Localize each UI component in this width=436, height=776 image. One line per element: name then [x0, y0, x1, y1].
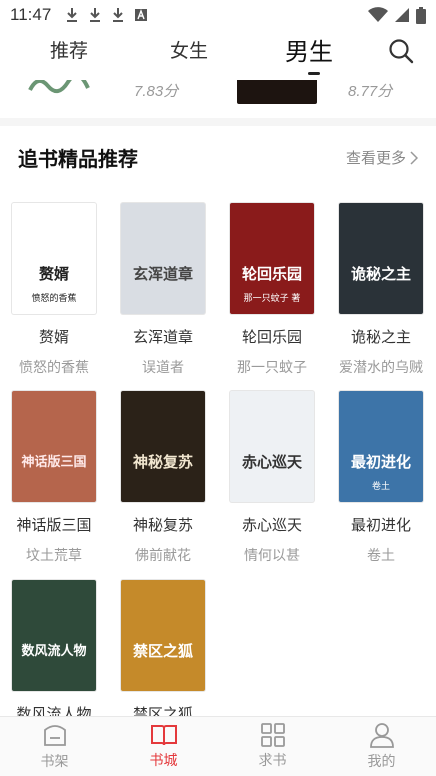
section-title: 追书精品推荐	[18, 147, 138, 171]
search-icon[interactable]	[388, 38, 414, 64]
active-tab-indicator	[308, 72, 320, 75]
book-title: 玄浑道章	[132, 328, 193, 346]
book-author: 卷土	[367, 548, 395, 564]
download-icon	[67, 8, 78, 22]
open-book-icon	[150, 725, 177, 746]
battery-icon	[416, 6, 426, 24]
book-cover[interactable]: 神秘复苏	[121, 391, 205, 502]
book-card[interactable]: 禁区之狐 禁区之狐	[115, 580, 211, 724]
book-title: 赤心巡天	[241, 516, 302, 534]
book-cover-thumbnail[interactable]	[28, 80, 100, 102]
book-card[interactable]: 神秘复苏 神秘复苏 佛前献花	[115, 391, 211, 565]
grid-icon	[260, 723, 285, 747]
signal-icon	[395, 8, 409, 22]
bookshelf-icon	[43, 725, 66, 746]
book-card[interactable]: 数风流人物 数风流人物	[6, 580, 102, 724]
status-bar: 11:47	[0, 0, 436, 30]
status-time: 11:47	[10, 5, 52, 24]
book-title: 神话版三国	[16, 516, 92, 534]
book-title: 赘婿	[38, 328, 69, 346]
cover-subtitle-art: 卷土	[371, 482, 390, 492]
see-more-link[interactable]: 查看更多	[346, 147, 419, 168]
book-author: 爱潜水的乌贼	[339, 360, 423, 376]
book-score: 8.77分	[348, 83, 393, 100]
book-score: 7.83分	[134, 83, 179, 100]
book-card[interactable]: 神话版三国 神话版三国 坟土荒草	[6, 391, 102, 565]
book-cover[interactable]: 赘婿 愤怒的香蕉	[12, 203, 96, 314]
nav-bookstore[interactable]: 书城	[109, 717, 218, 776]
cover-title-art: 赤心巡天	[241, 453, 302, 471]
download-icon	[113, 8, 124, 22]
book-cover[interactable]: 数风流人物	[12, 580, 96, 691]
system-icons	[368, 6, 426, 24]
download-icon	[90, 8, 101, 22]
app-notification-icon	[135, 9, 148, 21]
book-card[interactable]: 诡秘之主 诡秘之主 爱潜水的乌贼	[333, 203, 429, 377]
book-cover[interactable]: 诡秘之主	[339, 203, 423, 314]
book-cover-thumbnail[interactable]	[237, 80, 317, 104]
book-card[interactable]: 轮回乐园 那一只蚊子 著轮回乐园 那一只蚊子	[224, 203, 320, 377]
bottom-navigation: 书架 书城 求书 我的	[0, 716, 436, 776]
book-author: 那一只蚊子	[237, 360, 307, 376]
cover-title-art: 赘婿	[38, 265, 69, 283]
book-card[interactable]: 最初进化 卷土 最初进化 卷土	[333, 391, 429, 565]
cover-title-art: 神话版三国	[21, 455, 87, 470]
cover-title-art: 玄浑道章	[132, 265, 193, 283]
book-author: 佛前献花	[135, 548, 191, 564]
book-title: 诡秘之主	[350, 328, 411, 346]
nav-label: 求书	[258, 753, 287, 769]
book-author: 坟土荒草	[26, 548, 82, 564]
cover-title-art: 神秘复苏	[132, 453, 193, 471]
section-divider	[0, 118, 436, 126]
nav-profile[interactable]: 我的	[327, 717, 436, 776]
previous-list-row: 7.83分 8.77分	[0, 80, 436, 110]
book-cover[interactable]: 神话版三国	[12, 391, 96, 502]
book-title: 最初进化	[350, 516, 411, 534]
cover-title-art: 数风流人物	[21, 644, 87, 659]
book-card[interactable]: 赤心巡天 赤心巡天 情何以甚	[224, 391, 320, 565]
tab-male[interactable]: 男生	[285, 32, 333, 67]
book-cover[interactable]: 最初进化 卷土	[339, 391, 423, 502]
user-icon	[369, 723, 394, 748]
cover-title-art: 诡秘之主	[350, 265, 411, 283]
tab-recommend[interactable]: 推荐	[50, 36, 88, 63]
book-card[interactable]: 玄浑道章 玄浑道章 误道者	[115, 203, 211, 377]
nav-label: 书城	[149, 753, 178, 769]
cover-title-art: 最初进化	[350, 453, 411, 471]
nav-request-book[interactable]: 求书	[218, 717, 327, 776]
nav-label: 书架	[40, 754, 69, 770]
cover-title-art: 轮回乐园	[241, 265, 302, 283]
book-title: 轮回乐园	[241, 328, 302, 346]
book-card[interactable]: 赘婿 愤怒的香蕉 赘婿 愤怒的香蕉	[6, 203, 102, 377]
book-cover[interactable]: 赤心巡天	[230, 391, 314, 502]
notification-icons	[65, 7, 148, 23]
book-cover[interactable]: 玄浑道章	[121, 203, 205, 314]
wifi-icon	[368, 7, 388, 22]
see-more-label: 查看更多	[346, 149, 407, 167]
book-author: 误道者	[142, 360, 184, 376]
book-cover[interactable]: 禁区之狐	[121, 580, 205, 691]
nav-bookshelf[interactable]: 书架	[0, 717, 109, 776]
chevron-right-icon	[410, 150, 419, 165]
book-author: 愤怒的香蕉	[19, 360, 89, 376]
category-tabs: 推荐 女生 男生	[0, 30, 436, 80]
book-cover[interactable]: 轮回乐园那一只蚊子 著	[230, 203, 314, 314]
cover-title-art: 禁区之狐	[132, 642, 193, 660]
book-author: 情何以甚	[244, 548, 300, 564]
cover-subtitle-art: 愤怒的香蕉	[31, 294, 77, 304]
cover-subtitle-art: 那一只蚊子 著	[243, 294, 301, 304]
tab-female[interactable]: 女生	[170, 36, 208, 63]
nav-label: 我的	[367, 754, 396, 770]
book-title: 神秘复苏	[132, 516, 193, 534]
